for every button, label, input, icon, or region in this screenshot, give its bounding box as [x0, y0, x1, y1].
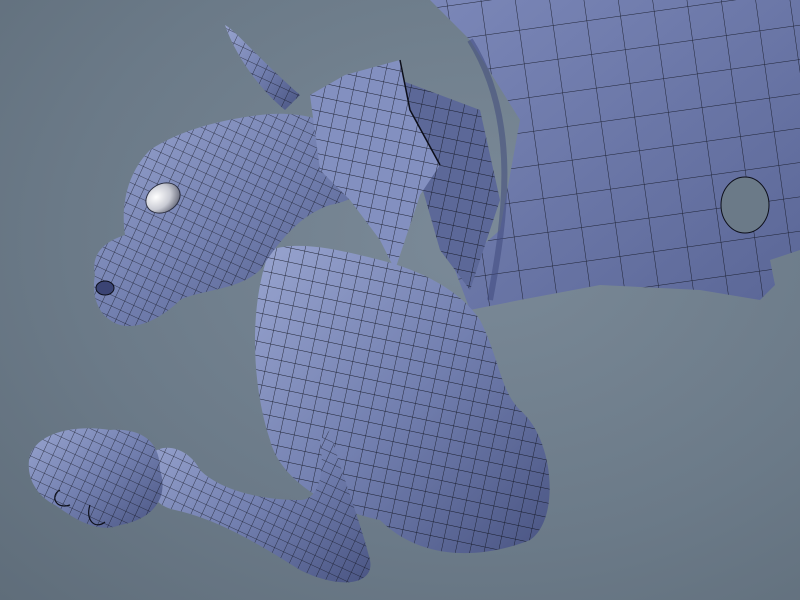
3d-viewport[interactable]	[0, 0, 800, 600]
horn	[225, 25, 300, 110]
dragon-render	[28, 0, 800, 583]
claw	[28, 428, 163, 528]
